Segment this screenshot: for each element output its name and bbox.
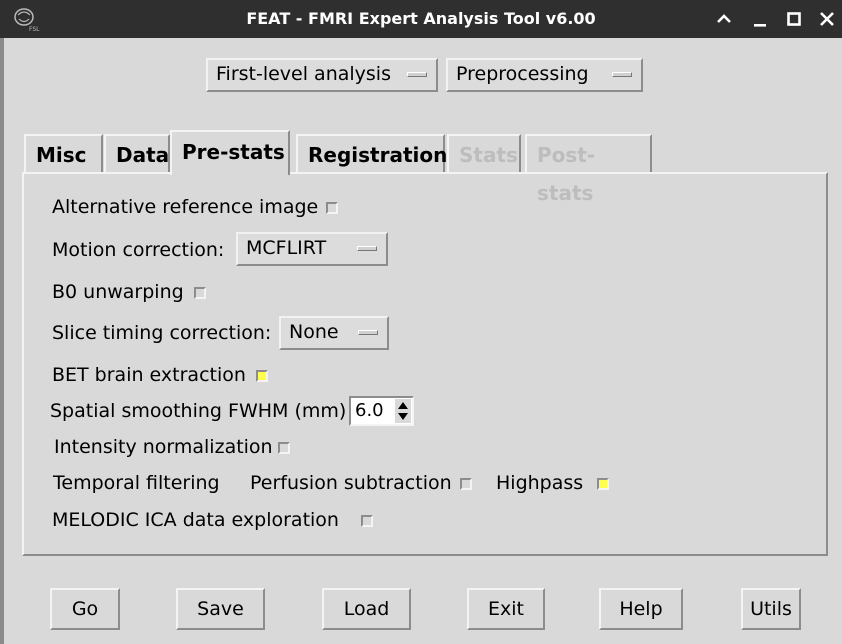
tab-stats: Stats (447, 134, 521, 172)
analysis-level-select[interactable]: First-level analysis (206, 58, 438, 92)
minimize-icon[interactable] (748, 7, 772, 31)
analysis-level-value: First-level analysis (216, 63, 391, 85)
menu-indicator-icon (612, 72, 632, 77)
tab-data[interactable]: Data (104, 134, 170, 172)
help-button[interactable]: Help (599, 588, 683, 630)
chevron-up-icon[interactable] (712, 7, 736, 31)
exit-button[interactable]: Exit (467, 588, 545, 630)
menu-indicator-icon (407, 72, 427, 77)
pre-stats-panel (22, 172, 828, 556)
save-button[interactable]: Save (176, 588, 265, 630)
tab-post-stats: Post-stats (525, 134, 652, 205)
title-bar[interactable]: FSL FEAT - FMRI Expert Analysis Tool v6.… (0, 0, 842, 38)
tab-misc[interactable]: Misc (24, 134, 103, 172)
analysis-stage-select[interactable]: Preprocessing (446, 58, 643, 92)
analysis-stage-value: Preprocessing (456, 63, 589, 85)
go-button[interactable]: Go (50, 588, 120, 630)
close-icon[interactable] (815, 7, 839, 31)
tab-registration[interactable]: Registration (296, 134, 447, 172)
utils-button[interactable]: Utils (741, 588, 801, 630)
maximize-icon[interactable] (782, 7, 806, 31)
tab-pre-stats[interactable]: Pre-stats (170, 130, 290, 175)
load-button[interactable]: Load (322, 588, 411, 630)
window-border (0, 38, 4, 644)
